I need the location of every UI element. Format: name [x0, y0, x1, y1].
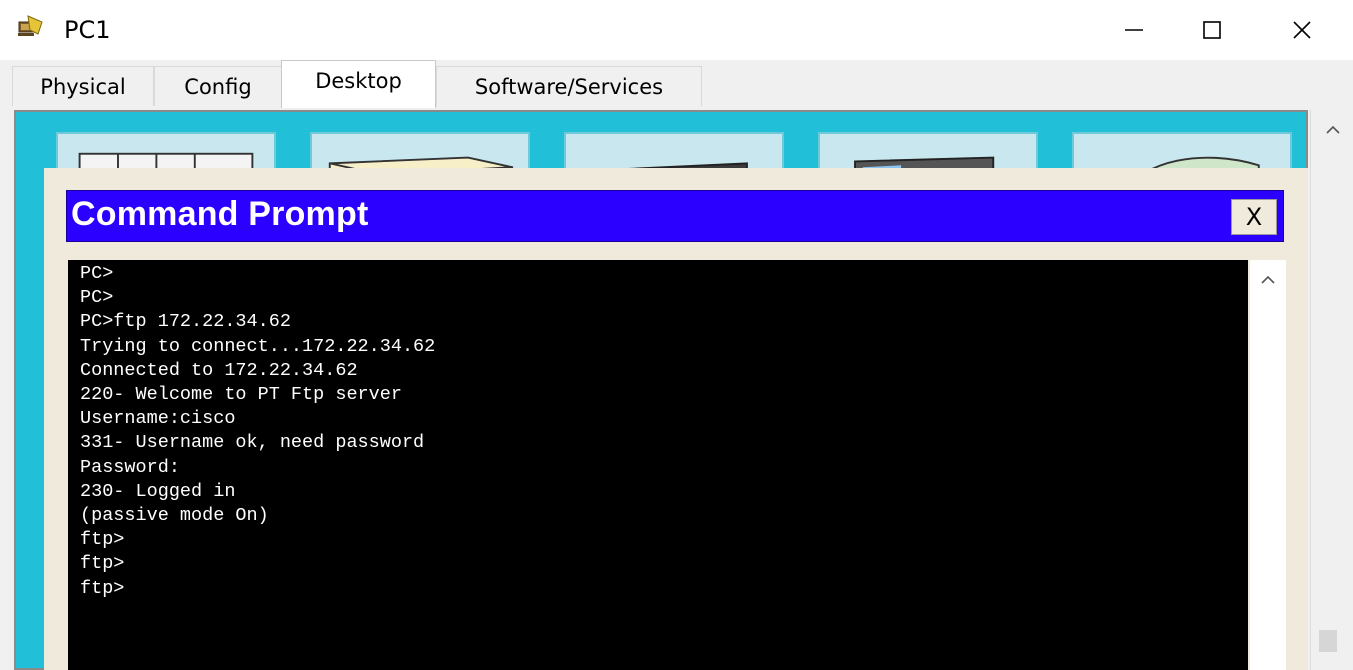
maximize-icon: [1203, 21, 1221, 39]
tab-software-services[interactable]: Software/Services: [436, 66, 702, 106]
terminal-line: ftp>: [80, 553, 125, 575]
terminal-line: (passive mode On): [80, 505, 269, 527]
terminal-line: Trying to connect...172.22.34.62: [80, 335, 436, 357]
command-prompt-close-button[interactable]: X: [1231, 199, 1277, 235]
window-titlebar: PC1: [0, 0, 1353, 60]
close-window-button[interactable]: [1258, 0, 1346, 60]
terminal-scrollbar[interactable]: [1250, 260, 1286, 670]
pc-device-icon: [16, 12, 44, 40]
chevron-up-icon: [1261, 275, 1275, 284]
terminal-line: ftp>: [80, 529, 125, 551]
scroll-up-button[interactable]: [1311, 110, 1353, 150]
tab-physical[interactable]: Physical: [12, 66, 154, 106]
terminal-output[interactable]: PC> PC> PC>ftp 172.22.34.62 Trying to co…: [68, 260, 1248, 670]
terminal-lines: PC> PC> PC>ftp 172.22.34.62 Trying to co…: [68, 260, 1248, 601]
command-prompt-title: Command Prompt: [71, 195, 369, 233]
desktop-scrollbar[interactable]: [1310, 110, 1353, 670]
terminal-line: 230- Logged in: [80, 480, 236, 502]
terminal-line: Password:: [80, 456, 180, 478]
tab-config[interactable]: Config: [154, 66, 282, 106]
terminal-line: Username:cisco: [80, 408, 236, 430]
terminal-line: 331- Username ok, need password: [80, 432, 425, 454]
terminal-scroll-up-button[interactable]: [1250, 260, 1286, 300]
chevron-up-icon: [1325, 125, 1340, 134]
terminal-line: PC>: [80, 263, 114, 284]
terminal-line: Connected to 172.22.34.62: [80, 359, 358, 381]
maximize-button[interactable]: [1168, 0, 1256, 60]
terminal-line: PC>: [80, 287, 114, 309]
command-prompt-titlebar: Command Prompt X: [66, 190, 1284, 242]
window-title: PC1: [64, 16, 111, 44]
minimize-button[interactable]: [1090, 0, 1178, 60]
terminal-line: ftp>: [80, 577, 125, 599]
terminal-line: 220- Welcome to PT Ftp server: [80, 384, 402, 406]
close-icon: [1293, 21, 1311, 39]
tab-desktop[interactable]: Desktop: [281, 60, 436, 108]
command-prompt-window: Command Prompt X PC> PC> PC>ftp 172.22.3…: [44, 168, 1308, 670]
minimize-icon: [1125, 29, 1143, 31]
scroll-thumb[interactable]: [1319, 630, 1337, 652]
tab-bar: Physical Config Desktop Software/Service…: [0, 60, 1353, 108]
terminal-line: PC>ftp 172.22.34.62: [80, 311, 291, 333]
